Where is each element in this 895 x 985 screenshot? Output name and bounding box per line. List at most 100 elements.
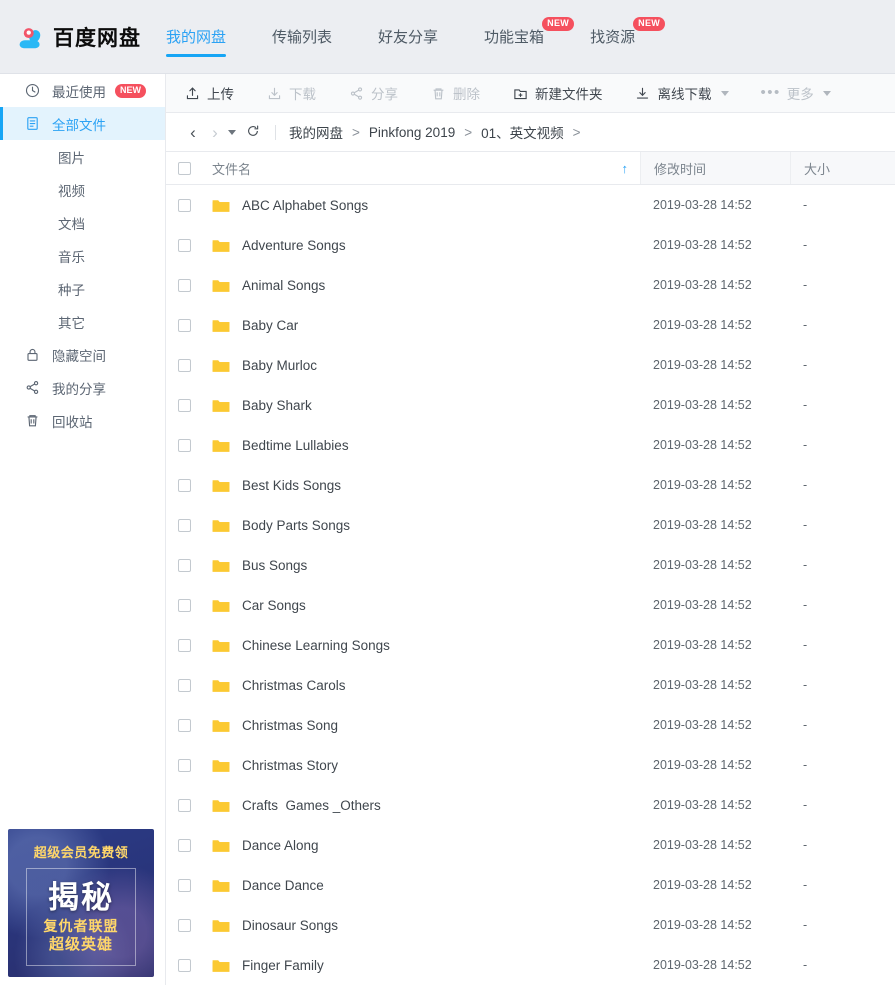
- row-checkbox[interactable]: [178, 399, 191, 412]
- column-header-name[interactable]: 文件名 ↑: [166, 152, 640, 184]
- file-name-cell[interactable]: Christmas Story: [166, 758, 640, 773]
- tab-friend-share[interactable]: 好友分享: [378, 0, 438, 74]
- file-name-cell[interactable]: Baby Murloc: [166, 358, 640, 373]
- file-name-cell[interactable]: Car Songs: [166, 598, 640, 613]
- table-row[interactable]: Best Kids Songs2019-03-28 14:52-: [166, 465, 895, 505]
- sidebar-item-documents[interactable]: 文档: [0, 206, 165, 239]
- breadcrumb-item-1[interactable]: Pinkfong 2019: [369, 125, 455, 140]
- delete-button[interactable]: 删除: [430, 83, 480, 103]
- file-name-cell[interactable]: Adventure Songs: [166, 238, 640, 253]
- table-row[interactable]: Body Parts Songs2019-03-28 14:52-: [166, 505, 895, 545]
- row-checkbox[interactable]: [178, 199, 191, 212]
- table-row[interactable]: Dance Along2019-03-28 14:52-: [166, 825, 895, 865]
- table-row[interactable]: ABC Alphabet Songs2019-03-28 14:52-: [166, 185, 895, 225]
- row-checkbox[interactable]: [178, 759, 191, 772]
- sidebar-item-recycle-bin[interactable]: 回收站: [0, 404, 165, 437]
- sidebar-item-videos[interactable]: 视频: [0, 173, 165, 206]
- row-checkbox[interactable]: [178, 279, 191, 292]
- row-checkbox[interactable]: [178, 559, 191, 572]
- file-name-cell[interactable]: Bus Songs: [166, 558, 640, 573]
- refresh-icon[interactable]: [246, 124, 260, 141]
- row-checkbox[interactable]: [178, 439, 191, 452]
- file-name-cell[interactable]: Dance Along: [166, 838, 640, 853]
- upload-button[interactable]: 上传: [184, 83, 234, 103]
- sidebar-item-hidden-space[interactable]: 隐藏空间: [0, 338, 165, 371]
- tab-my-netdisk[interactable]: 我的网盘: [166, 0, 226, 74]
- sidebar-item-music[interactable]: 音乐: [0, 239, 165, 272]
- sidebar-item-others[interactable]: 其它: [0, 305, 165, 338]
- arrow-up-icon[interactable]: ↑: [622, 161, 629, 176]
- breadcrumb-item-2[interactable]: 01、英文视频: [481, 122, 564, 142]
- download-button[interactable]: 下载: [266, 83, 316, 103]
- file-name-cell[interactable]: Chinese Learning Songs: [166, 638, 640, 653]
- row-checkbox[interactable]: [178, 959, 191, 972]
- file-name-cell[interactable]: Dinosaur Songs: [166, 918, 640, 933]
- table-row[interactable]: Dinosaur Songs2019-03-28 14:52-: [166, 905, 895, 945]
- row-checkbox[interactable]: [178, 919, 191, 932]
- chevron-down-icon[interactable]: [721, 91, 729, 96]
- file-name-cell[interactable]: Finger Family: [166, 958, 640, 973]
- row-checkbox[interactable]: [178, 599, 191, 612]
- table-row[interactable]: Christmas Story2019-03-28 14:52-: [166, 745, 895, 785]
- breadcrumb-item-root[interactable]: 我的网盘: [289, 122, 343, 142]
- table-row[interactable]: Dance Dance2019-03-28 14:52-: [166, 865, 895, 905]
- select-all-checkbox[interactable]: [178, 162, 191, 175]
- column-header-time[interactable]: 修改时间: [640, 152, 790, 184]
- sidebar-item-recent[interactable]: 最近使用 NEW: [0, 74, 165, 107]
- file-name-cell[interactable]: Christmas Carols: [166, 678, 640, 693]
- table-row[interactable]: Car Songs2019-03-28 14:52-: [166, 585, 895, 625]
- table-row[interactable]: Bedtime Lullabies2019-03-28 14:52-: [166, 425, 895, 465]
- row-checkbox[interactable]: [178, 879, 191, 892]
- sidebar-item-all-files[interactable]: 全部文件: [0, 107, 165, 140]
- table-row[interactable]: Christmas Carols2019-03-28 14:52-: [166, 665, 895, 705]
- row-checkbox[interactable]: [178, 239, 191, 252]
- file-name-cell[interactable]: ABC Alphabet Songs: [166, 198, 640, 213]
- share-button[interactable]: 分享: [348, 83, 398, 103]
- file-name-cell[interactable]: Crafts Games _Others: [166, 798, 640, 813]
- chevron-right-icon[interactable]: ›: [204, 124, 226, 141]
- new-folder-button[interactable]: 新建文件夹: [512, 83, 603, 103]
- table-row[interactable]: Crafts Games _Others2019-03-28 14:52-: [166, 785, 895, 825]
- file-name-cell[interactable]: Bedtime Lullabies: [166, 438, 640, 453]
- file-name-cell[interactable]: Animal Songs: [166, 278, 640, 293]
- chevron-left-icon[interactable]: ‹: [182, 124, 204, 141]
- row-checkbox[interactable]: [178, 719, 191, 732]
- row-checkbox[interactable]: [178, 319, 191, 332]
- table-row[interactable]: Bus Songs2019-03-28 14:52-: [166, 545, 895, 585]
- file-name-cell[interactable]: Christmas Song: [166, 718, 640, 733]
- row-checkbox[interactable]: [178, 359, 191, 372]
- file-name-cell[interactable]: Body Parts Songs: [166, 518, 640, 533]
- row-checkbox[interactable]: [178, 679, 191, 692]
- sidebar-item-pictures[interactable]: 图片: [0, 140, 165, 173]
- file-name-cell[interactable]: Baby Shark: [166, 398, 640, 413]
- table-row[interactable]: Animal Songs2019-03-28 14:52-: [166, 265, 895, 305]
- table-row[interactable]: Baby Murloc2019-03-28 14:52-: [166, 345, 895, 385]
- sidebar-item-my-shares[interactable]: 我的分享: [0, 371, 165, 404]
- file-name-cell[interactable]: Baby Car: [166, 318, 640, 333]
- column-header-size[interactable]: 大小: [790, 152, 895, 184]
- sidebar-item-torrents[interactable]: 种子: [0, 272, 165, 305]
- tab-feature-box[interactable]: 功能宝箱 NEW: [484, 0, 544, 74]
- table-row[interactable]: Christmas Song2019-03-28 14:52-: [166, 705, 895, 745]
- chevron-down-icon[interactable]: [823, 91, 831, 96]
- row-checkbox[interactable]: [178, 639, 191, 652]
- row-checkbox[interactable]: [178, 519, 191, 532]
- table-row[interactable]: Adventure Songs2019-03-28 14:52-: [166, 225, 895, 265]
- row-checkbox[interactable]: [178, 839, 191, 852]
- row-checkbox[interactable]: [178, 799, 191, 812]
- file-name-label: Chinese Learning Songs: [242, 638, 390, 653]
- row-checkbox[interactable]: [178, 479, 191, 492]
- table-row[interactable]: Finger Family2019-03-28 14:52-: [166, 945, 895, 985]
- table-row[interactable]: Baby Car2019-03-28 14:52-: [166, 305, 895, 345]
- more-button[interactable]: ••• 更多: [761, 83, 831, 103]
- table-row[interactable]: Chinese Learning Songs2019-03-28 14:52-: [166, 625, 895, 665]
- brand-logo[interactable]: 百度网盘: [0, 22, 166, 52]
- tab-transfer-list[interactable]: 传输列表: [272, 0, 332, 74]
- file-name-cell[interactable]: Dance Dance: [166, 878, 640, 893]
- table-row[interactable]: Baby Shark2019-03-28 14:52-: [166, 385, 895, 425]
- tab-find-resources[interactable]: 找资源 NEW: [590, 0, 635, 74]
- offline-download-button[interactable]: 离线下载: [635, 83, 729, 103]
- chevron-down-icon[interactable]: [228, 130, 236, 135]
- file-name-cell[interactable]: Best Kids Songs: [166, 478, 640, 493]
- promo-banner[interactable]: 超级会员免费领 揭秘 复仇者联盟 超级英雄: [8, 829, 154, 977]
